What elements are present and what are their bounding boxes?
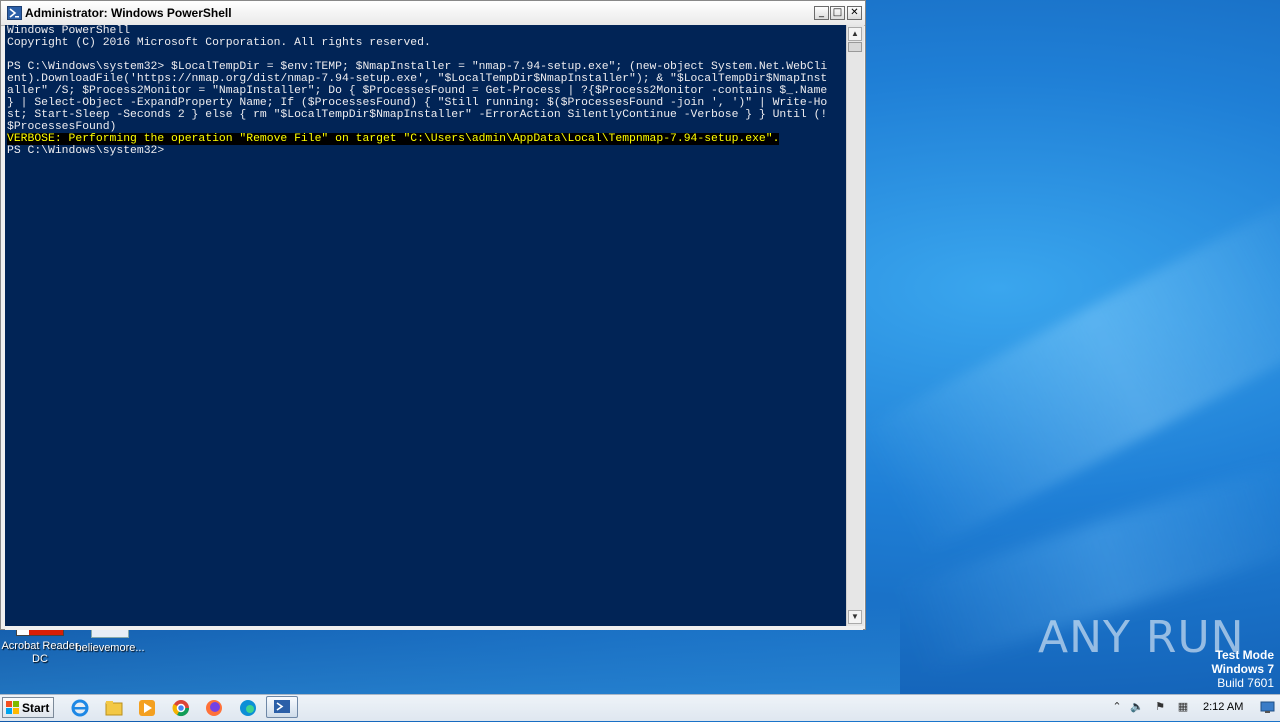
window-title: Administrator: Windows PowerShell — [25, 6, 232, 20]
close-button[interactable]: ✕ — [847, 6, 862, 20]
desktop-icon-label: believemore... — [75, 642, 145, 654]
powershell-taskbar-button[interactable] — [266, 696, 298, 718]
console-line: } | Select-Object -ExpandProperty Name; … — [7, 97, 828, 109]
vertical-scrollbar[interactable]: ▲ ▼ — [846, 25, 864, 626]
console-line: aller" /S; $Process2Monitor = "NmapInsta… — [7, 85, 828, 97]
start-label: Start — [22, 701, 50, 715]
internet-explorer-icon[interactable] — [70, 698, 90, 718]
clock[interactable]: 2:12 AM — [1203, 701, 1243, 713]
window-bottom-border — [5, 626, 863, 630]
console-line: $ProcessesFound) — [7, 121, 117, 133]
powershell-window[interactable]: Administrator: Windows PowerShell _ □ ✕ … — [0, 0, 866, 630]
scroll-thumb[interactable] — [848, 42, 862, 52]
chrome-icon[interactable] — [171, 698, 191, 718]
test-mode-line3: Build 7601 — [1217, 676, 1274, 690]
action-center-flag-icon[interactable]: ⚑ — [1153, 700, 1167, 714]
windows-logo-icon — [6, 701, 19, 714]
show-hidden-icons-icon[interactable]: ⌃ — [1110, 700, 1124, 714]
media-player-icon[interactable] — [137, 698, 157, 718]
start-button[interactable]: Start — [2, 697, 54, 718]
volume-icon[interactable]: 🔈 — [1130, 700, 1144, 714]
desktop-icon-label: Acrobat Reader DC — [1, 640, 79, 665]
desktop-icon-acrobat-reader[interactable]: Acrobat Reader DC — [0, 628, 80, 666]
scroll-up-arrow-icon[interactable]: ▲ — [848, 27, 862, 41]
powershell-icon — [274, 700, 290, 713]
firefox-icon[interactable] — [204, 698, 224, 718]
wallpaper-streak — [857, 186, 1280, 554]
scroll-down-arrow-icon[interactable]: ▼ — [848, 610, 862, 624]
show-desktop-icon[interactable] — [1260, 699, 1275, 715]
edge-icon[interactable] — [238, 698, 258, 718]
test-mode-notice: Test Mode Windows 7 Build 7601 — [1211, 648, 1274, 690]
network-icon[interactable]: ▦ — [1176, 700, 1190, 714]
maximize-button[interactable]: □ — [830, 6, 845, 20]
system-tray: ⌃ 🔈 ⚑ ▦ — [1106, 695, 1280, 721]
console-line: st; Start-Sleep -Seconds 2 } else { rm "… — [7, 109, 828, 121]
minimize-button[interactable]: _ — [814, 6, 829, 20]
window-titlebar[interactable]: Administrator: Windows PowerShell _ □ ✕ — [1, 1, 865, 26]
test-mode-line2: Windows 7 — [1211, 662, 1274, 676]
console-line: PS C:\Windows\system32> $LocalTempDir = … — [7, 61, 828, 73]
console-output[interactable]: Windows PowerShell Copyright (C) 2016 Mi… — [5, 25, 846, 626]
taskbar: Start ⌃ 🔈 ⚑ ▦ 2:12 AM — [0, 694, 1280, 721]
console-prompt[interactable]: PS C:\Windows\system32> — [5, 145, 846, 157]
powershell-icon — [7, 6, 22, 20]
verbose-line: VERBOSE: Performing the operation "Remov… — [5, 133, 846, 145]
test-mode-line1: Test Mode — [1215, 648, 1274, 662]
console-line: ent).DownloadFile('https://nmap.org/dist… — [7, 73, 828, 85]
verbose-text: VERBOSE: Performing the operation "Remov… — [7, 133, 780, 145]
desktop-icon-believemore[interactable]: believemore... — [70, 628, 150, 655]
windows-explorer-icon[interactable] — [104, 698, 124, 718]
console-line: Windows PowerShell — [7, 25, 131, 37]
console-line: Copyright (C) 2016 Microsoft Corporation… — [7, 37, 431, 49]
